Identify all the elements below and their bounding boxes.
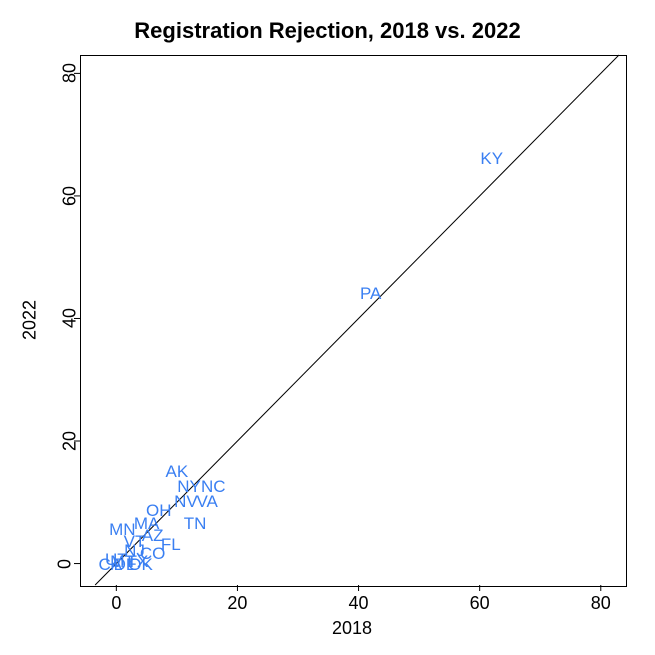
chart-container: Registration Rejection, 2018 vs. 2022 20… — [0, 0, 655, 655]
y-tick-label: 40 — [60, 308, 81, 328]
axes-svg — [0, 0, 655, 655]
y-tick-label: 20 — [60, 431, 81, 451]
x-tick-label: 60 — [470, 593, 490, 614]
x-tick-label: 80 — [591, 593, 611, 614]
y-tick-label: 80 — [60, 63, 81, 83]
y-tick-label: 60 — [60, 186, 81, 206]
x-tick-label: 40 — [349, 593, 369, 614]
y-axis-label: 2022 — [20, 300, 41, 340]
x-tick-label: 0 — [111, 593, 121, 614]
y-tick-label: 0 — [55, 559, 76, 569]
x-tick-label: 20 — [227, 593, 247, 614]
x-axis-label: 2018 — [332, 618, 372, 639]
